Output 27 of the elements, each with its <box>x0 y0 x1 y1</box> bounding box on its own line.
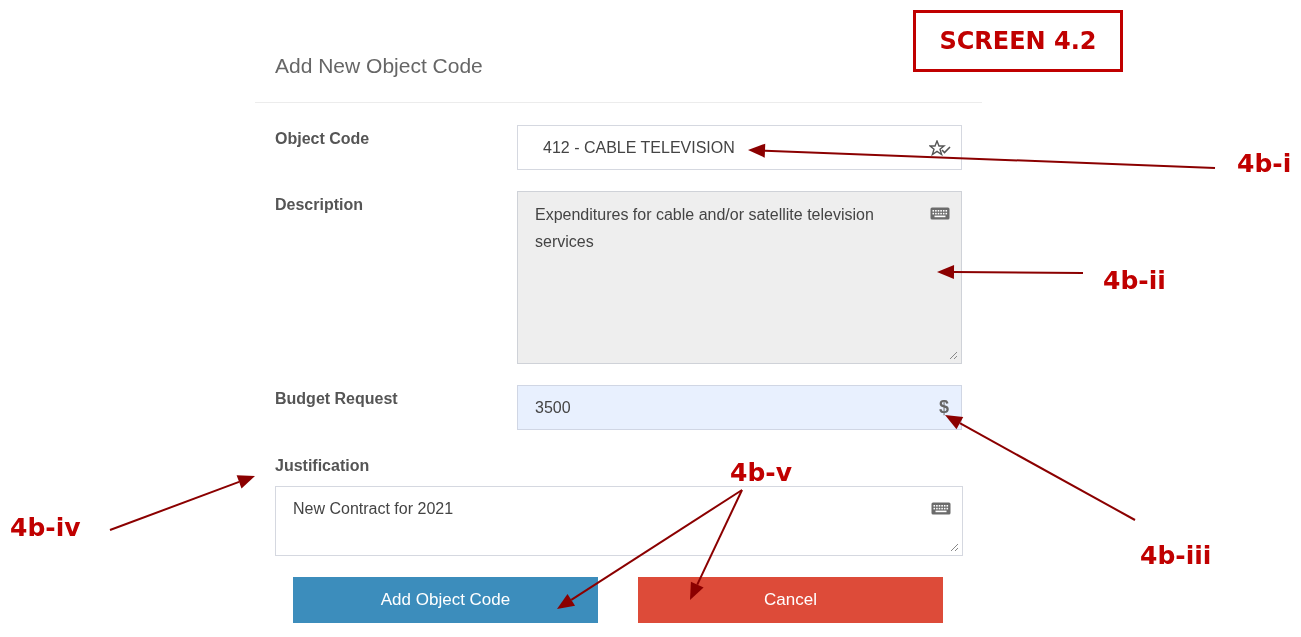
field-label: Budget Request <box>274 389 399 409</box>
description-textarea[interactable]: Expenditures for cable and/or satellite television services <box>517 191 962 364</box>
annotation-label: 4b-iv <box>10 512 81 544</box>
keyboard-icon <box>930 207 950 220</box>
field-label: Justification <box>275 456 370 476</box>
object-code-field[interactable]: 412 - CABLE TELEVISION <box>517 125 962 170</box>
field-label: Object Code <box>274 129 371 149</box>
field-value: 3500 <box>535 398 571 418</box>
cancel-button[interactable]: Cancel <box>638 577 943 623</box>
form-title: Add New Object Code <box>274 53 484 79</box>
annotation-label: 4b-i <box>1237 148 1292 180</box>
justification-textarea[interactable]: New Contract for 2021 <box>275 486 963 556</box>
field-value: 412 - CABLE TELEVISION <box>543 138 735 158</box>
budget-request-field[interactable]: 3500 $ <box>517 385 962 430</box>
add-button[interactable]: Add Object Code <box>293 577 598 623</box>
field-label: Description <box>274 195 364 215</box>
resize-grip-icon <box>950 543 959 552</box>
dollar-icon: $ <box>939 394 949 421</box>
resize-grip-icon <box>949 351 958 360</box>
field-value: New Contract for 2021 <box>293 499 454 519</box>
annotation-label: 4b-v <box>730 457 792 489</box>
field-value: Expenditures for cable and/or satellite television services <box>535 205 875 252</box>
annotation-label: 4b-ii <box>1103 265 1166 297</box>
star-check-icon <box>929 139 951 156</box>
screen-label: SCREEN 4.2 <box>913 10 1123 72</box>
keyboard-icon <box>931 502 951 515</box>
annotation-label: 4b-iii <box>1140 540 1212 572</box>
